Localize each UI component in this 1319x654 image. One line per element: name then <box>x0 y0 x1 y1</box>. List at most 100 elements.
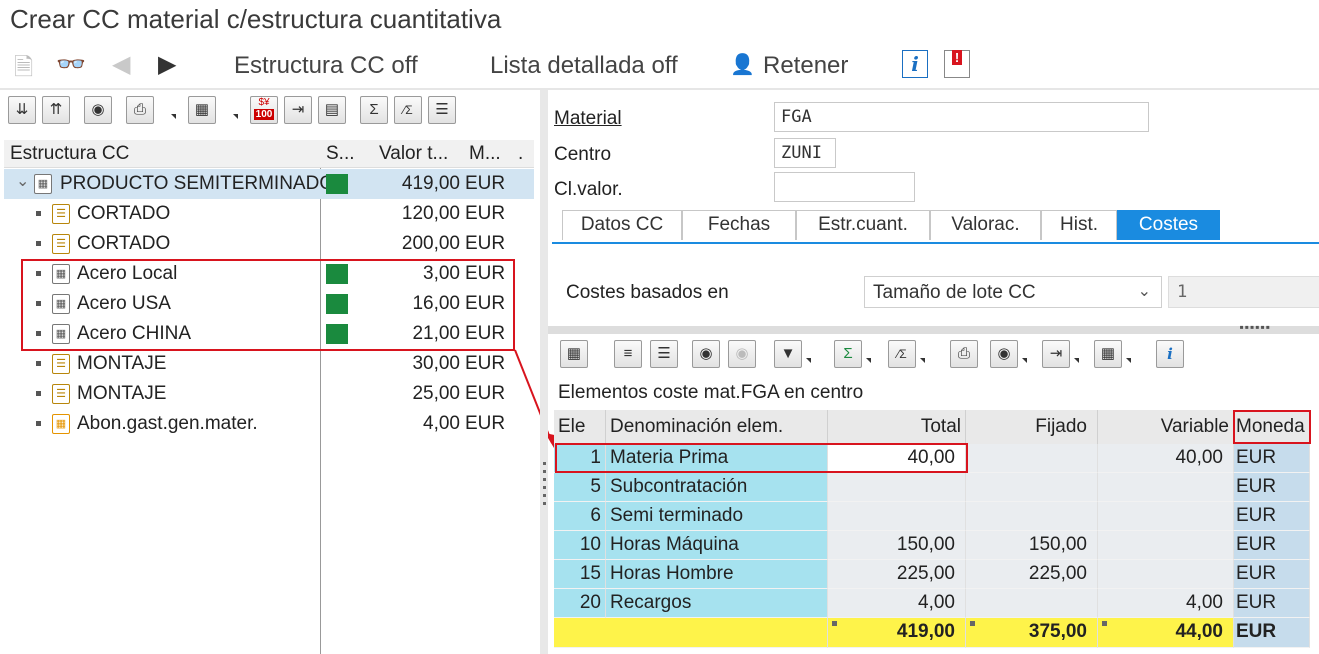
tree-row-label: MONTAJE <box>77 353 167 374</box>
print-icon[interactable]: ⎙ <box>950 340 978 368</box>
tree-row[interactable]: ☰ MONTAJE 30,00 EUR <box>4 349 534 379</box>
ele-cell: 5 <box>590 476 601 497</box>
name-cell: Horas Hombre <box>610 563 734 584</box>
new-document-icon[interactable]: 🗎 <box>14 50 33 91</box>
col-header-currency[interactable]: M... <box>469 143 501 165</box>
layout-icon[interactable]: ▦ <box>188 96 216 124</box>
export-icon[interactable]: ⇥ <box>284 96 312 124</box>
tree-row-value: 120,00 <box>401 203 460 224</box>
tree-row-label: MONTAJE <box>77 383 167 404</box>
tab-valorac[interactable]: Valorac. <box>930 210 1041 240</box>
currency-icon[interactable]: $¥ 100 <box>250 96 278 124</box>
filter-dropdown-icon[interactable] <box>806 358 811 363</box>
messages-icon[interactable]: ! <box>944 50 970 78</box>
tree-row-currency: EUR <box>465 203 506 224</box>
bullet <box>36 361 41 366</box>
tree-row-label: Abon.gast.gen.mater. <box>77 413 258 434</box>
variable-cell[interactable]: 4,00 <box>1186 592 1223 614</box>
total-cell[interactable]: 225,00 <box>897 563 955 585</box>
find-next-icon[interactable]: ◉ <box>728 340 756 368</box>
fixed-sum: 375,00 <box>1028 621 1087 642</box>
tree-row[interactable]: ⌄ ▦ PRODUCTO SEMITERMINADO 419,00 EUR <box>4 169 534 199</box>
tab-estr-cuant[interactable]: Estr.cuant. <box>796 210 930 240</box>
retain-icon[interactable]: 👤 <box>730 52 755 77</box>
tree-row[interactable]: ☰ CORTADO 120,00 EUR <box>4 199 534 229</box>
chevron-down-icon[interactable]: ⌄ <box>16 171 29 191</box>
col-header-total[interactable]: Total <box>828 410 966 444</box>
print-dropdown-icon[interactable] <box>171 114 176 119</box>
name-cell: Subcontratación <box>610 476 748 497</box>
clvalor-field[interactable] <box>774 172 915 202</box>
export-icon[interactable]: ⇥ <box>1042 340 1070 368</box>
cost-basis-label: Costes basados en <box>566 282 729 303</box>
info-icon[interactable]: i <box>1156 340 1184 368</box>
fixed-cell[interactable]: 225,00 <box>1029 563 1087 585</box>
cost-basis-dropdown[interactable]: Tamaño de lote CC ⌄ <box>864 276 1162 308</box>
find-binoculars-icon[interactable]: ◉ <box>84 96 112 124</box>
highlight-box <box>21 259 515 351</box>
total-cell[interactable]: 4,00 <box>918 592 955 614</box>
operation-icon: ☰ <box>52 384 70 404</box>
views-icon[interactable]: ◉ <box>990 340 1018 368</box>
panel-splitter[interactable] <box>540 90 548 654</box>
columns-icon[interactable]: ▤ <box>318 96 346 124</box>
col-header-variable[interactable]: Variable <box>1098 410 1234 444</box>
bullet <box>36 241 41 246</box>
layout-dropdown-icon[interactable] <box>233 114 238 119</box>
subtotal-icon[interactable]: ⁄Σ <box>888 340 916 368</box>
col-header-structure[interactable]: Estructura CC <box>10 143 129 165</box>
tree-row-value: 30,00 <box>412 353 460 374</box>
col-header-name[interactable]: Denominación elem. <box>606 410 828 444</box>
tree-row-currency: EUR <box>465 173 506 194</box>
sort-ascending-icon[interactable]: ≡ <box>614 340 642 368</box>
forward-arrow-icon[interactable]: ▶ <box>158 50 176 79</box>
section-splitter[interactable]: ▪▪▪▪▪▪ <box>548 320 1319 334</box>
tree-row-label: CORTADO <box>77 233 171 254</box>
details-icon[interactable]: ▦ <box>560 340 588 368</box>
tab-fechas[interactable]: Fechas <box>682 210 796 240</box>
tree-row[interactable]: ▦ Abon.gast.gen.mater. 4,00 EUR <box>4 409 534 439</box>
tree-row[interactable]: ☰ CORTADO 200,00 EUR <box>4 229 534 259</box>
retain-button[interactable]: Retener <box>763 52 848 80</box>
tab-datos-cc[interactable]: Datos CC <box>562 210 682 240</box>
material-field[interactable]: FGA <box>774 102 1149 132</box>
sum-icon[interactable]: Σ <box>834 340 862 368</box>
layout-icon[interactable]: ▦ <box>1094 340 1122 368</box>
structure-toggle-button[interactable]: Estructura CC off <box>234 52 418 80</box>
sort-descending-icon[interactable]: ☰ <box>650 340 678 368</box>
variable-cell[interactable]: 40,00 <box>1175 447 1223 469</box>
collapse-all-icon[interactable]: ⇈ <box>42 96 70 124</box>
centro-field[interactable]: ZUNI <box>774 138 836 168</box>
col-header-ele[interactable]: Ele <box>554 410 606 444</box>
tab-hist[interactable]: Hist. <box>1041 210 1117 240</box>
find-binoculars-icon[interactable]: ◉ <box>692 340 720 368</box>
tree-row[interactable]: ☰ MONTAJE 25,00 EUR <box>4 379 534 409</box>
subtotal-icon[interactable]: ⁄Σ <box>394 96 422 124</box>
tab-costes[interactable]: Costes <box>1117 210 1220 240</box>
print-icon[interactable]: ⎙ <box>126 96 154 124</box>
sum-icon[interactable]: Σ <box>360 96 388 124</box>
col-header-status[interactable]: S... <box>326 143 355 165</box>
main-toolbar: 🗎 👓 ◀ ▶ Estructura CC off Lista detallad… <box>0 44 1319 88</box>
export-dropdown-icon[interactable] <box>1074 358 1079 363</box>
layout-dropdown-icon[interactable] <box>1126 358 1131 363</box>
fixed-cell[interactable]: 150,00 <box>1029 534 1087 556</box>
details-list-icon[interactable]: ☰ <box>428 96 456 124</box>
total-cell[interactable]: 150,00 <box>897 534 955 556</box>
col-header-extra[interactable]: . <box>518 143 523 165</box>
display-glasses-icon[interactable]: 👓 <box>56 50 86 79</box>
col-header-value[interactable]: Valor t... <box>379 143 448 165</box>
filter-icon[interactable]: ▼ <box>774 340 802 368</box>
expand-all-icon[interactable]: ⇊ <box>8 96 36 124</box>
info-icon[interactable]: i <box>902 50 928 78</box>
subtotal-dropdown-icon[interactable] <box>920 358 925 363</box>
overhead-icon: ▦ <box>52 414 70 434</box>
lot-size-field[interactable]: 1 <box>1168 276 1319 308</box>
chevron-down-icon: ⌄ <box>1137 283 1151 300</box>
sum-dropdown-icon[interactable] <box>866 358 871 363</box>
col-header-fixed[interactable]: Fijado <box>966 410 1098 444</box>
views-dropdown-icon[interactable] <box>1022 358 1027 363</box>
drag-handle[interactable]: ▪▪▪▪▪▪ <box>1239 320 1271 334</box>
detail-list-toggle-button[interactable]: Lista detallada off <box>490 52 678 80</box>
back-arrow-icon[interactable]: ◀ <box>112 50 130 79</box>
